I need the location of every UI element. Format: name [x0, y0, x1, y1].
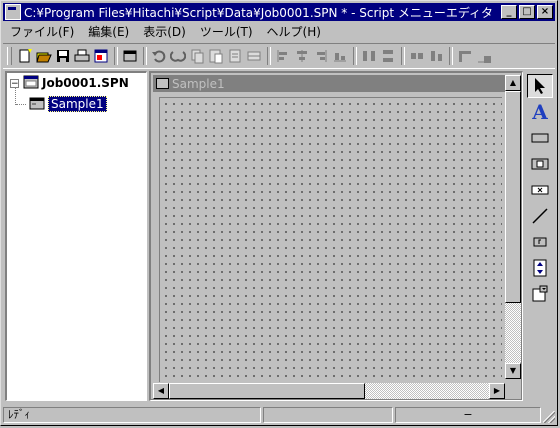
tree-root-row[interactable]: − Job0001.SPN — [10, 75, 129, 91]
button-icon[interactable] — [527, 126, 553, 150]
tree-expander[interactable]: − — [10, 78, 19, 88]
tree-child-label: Sample1 — [48, 96, 107, 112]
align-center-icon[interactable] — [293, 47, 311, 65]
editor-window: Sample1 ▲ ▼ ◀ ▶ — [151, 73, 521, 399]
maximize-button[interactable]: □ — [519, 5, 535, 19]
resize-grip[interactable] — [543, 411, 555, 423]
new-icon[interactable] — [16, 47, 34, 65]
pointer-icon[interactable] — [527, 74, 553, 98]
window-title: C:¥Program Files¥Hitachi¥Script¥Data¥Job… — [24, 5, 494, 20]
sheet-icon[interactable] — [121, 47, 139, 65]
project-tree[interactable]: − Job0001.SPN Sample1 — [5, 71, 147, 401]
align-bottom-icon[interactable] — [331, 47, 349, 65]
toolbar — [3, 43, 555, 69]
menu-help[interactable]: ヘルプ(H) — [260, 23, 328, 40]
title-bar[interactable]: C:¥Program Files¥Hitachi¥Script¥Data¥Job… — [3, 3, 555, 21]
design-canvas[interactable] — [159, 97, 502, 382]
align-left-icon[interactable] — [274, 47, 292, 65]
size-left-icon[interactable] — [456, 47, 474, 65]
copy-icon[interactable] — [188, 47, 206, 65]
grid-icon[interactable] — [245, 47, 263, 65]
size-right-icon[interactable] — [475, 47, 493, 65]
menu-file[interactable]: ファイル(F) — [3, 23, 81, 40]
picture-button-icon[interactable] — [527, 152, 553, 176]
scroll-right-button[interactable]: ▶ — [489, 383, 505, 399]
status-pane-2 — [263, 407, 393, 423]
scroll-down-button[interactable]: ▼ — [505, 363, 521, 379]
menu-view[interactable]: 表示(D) — [136, 23, 193, 40]
same-height-icon[interactable] — [427, 47, 445, 65]
minimize-button[interactable]: _ — [501, 5, 517, 19]
status-bar: ﾚﾃﾞｨ − — [3, 405, 555, 425]
tree-child-row[interactable]: Sample1 — [29, 96, 107, 112]
close-button[interactable]: × — [537, 5, 553, 19]
sheet-icon — [29, 96, 45, 113]
toolbar-separator — [267, 47, 271, 65]
project-file-icon — [23, 75, 39, 92]
space-horizontal-icon[interactable] — [360, 47, 378, 65]
properties-icon[interactable] — [92, 47, 110, 65]
align-right-icon[interactable] — [312, 47, 330, 65]
delete-icon[interactable] — [226, 47, 244, 65]
toolbar-separator — [114, 47, 118, 65]
space-vertical-icon[interactable] — [379, 47, 397, 65]
text-tool-button[interactable]: A — [527, 100, 553, 124]
toolbar-separator — [353, 47, 357, 65]
save-icon[interactable] — [54, 47, 72, 65]
tree-root-label: Job0001.SPN — [42, 76, 129, 90]
horizontal-scrollbar[interactable]: ◀ ▶ — [153, 383, 505, 399]
sheet-icon — [156, 78, 169, 89]
editor-title-bar[interactable]: Sample1 — [153, 75, 519, 92]
same-width-icon[interactable] — [408, 47, 426, 65]
spin-icon[interactable] — [527, 256, 553, 280]
dropdown-icon[interactable] — [527, 282, 553, 306]
scroll-corner — [505, 383, 521, 399]
menu-tools[interactable]: ツール(T) — [193, 23, 260, 40]
app-icon[interactable] — [5, 4, 21, 20]
mdi-area: Sample1 ▲ ▼ ◀ ▶ — [149, 71, 523, 401]
counter-icon[interactable] — [527, 230, 553, 254]
main-window: C:¥Program Files¥Hitachi¥Script¥Data¥Job… — [0, 0, 558, 426]
toolbar-separator — [143, 47, 147, 65]
redo-icon[interactable] — [169, 47, 187, 65]
editor-title: Sample1 — [172, 76, 225, 91]
print-icon[interactable] — [73, 47, 91, 65]
input-field-icon[interactable] — [527, 178, 553, 202]
paste-icon[interactable] — [207, 47, 225, 65]
tree-connector — [16, 104, 26, 105]
status-ready: ﾚﾃﾞｨ — [3, 407, 261, 423]
menu-edit[interactable]: 編集(E) — [81, 23, 136, 40]
scroll-up-button[interactable]: ▲ — [505, 75, 521, 91]
vertical-scrollbar[interactable]: ▲ ▼ — [505, 75, 521, 379]
text-icon: A — [532, 100, 548, 124]
vertical-scroll-thumb[interactable] — [505, 91, 521, 303]
status-pane-3: − — [395, 407, 541, 423]
toolbar-grip[interactable] — [7, 47, 12, 65]
toolbar-separator — [449, 47, 453, 65]
scroll-left-button[interactable]: ◀ — [153, 383, 169, 399]
open-icon[interactable] — [35, 47, 53, 65]
line-icon[interactable] — [527, 204, 553, 228]
horizontal-scroll-thumb[interactable] — [169, 383, 365, 399]
menu-bar: ファイル(F) 編集(E) 表示(D) ツール(T) ヘルプ(H) — [3, 22, 555, 41]
toolbar-separator — [401, 47, 405, 65]
undo-icon[interactable] — [150, 47, 168, 65]
control-palette: A — [525, 73, 555, 373]
